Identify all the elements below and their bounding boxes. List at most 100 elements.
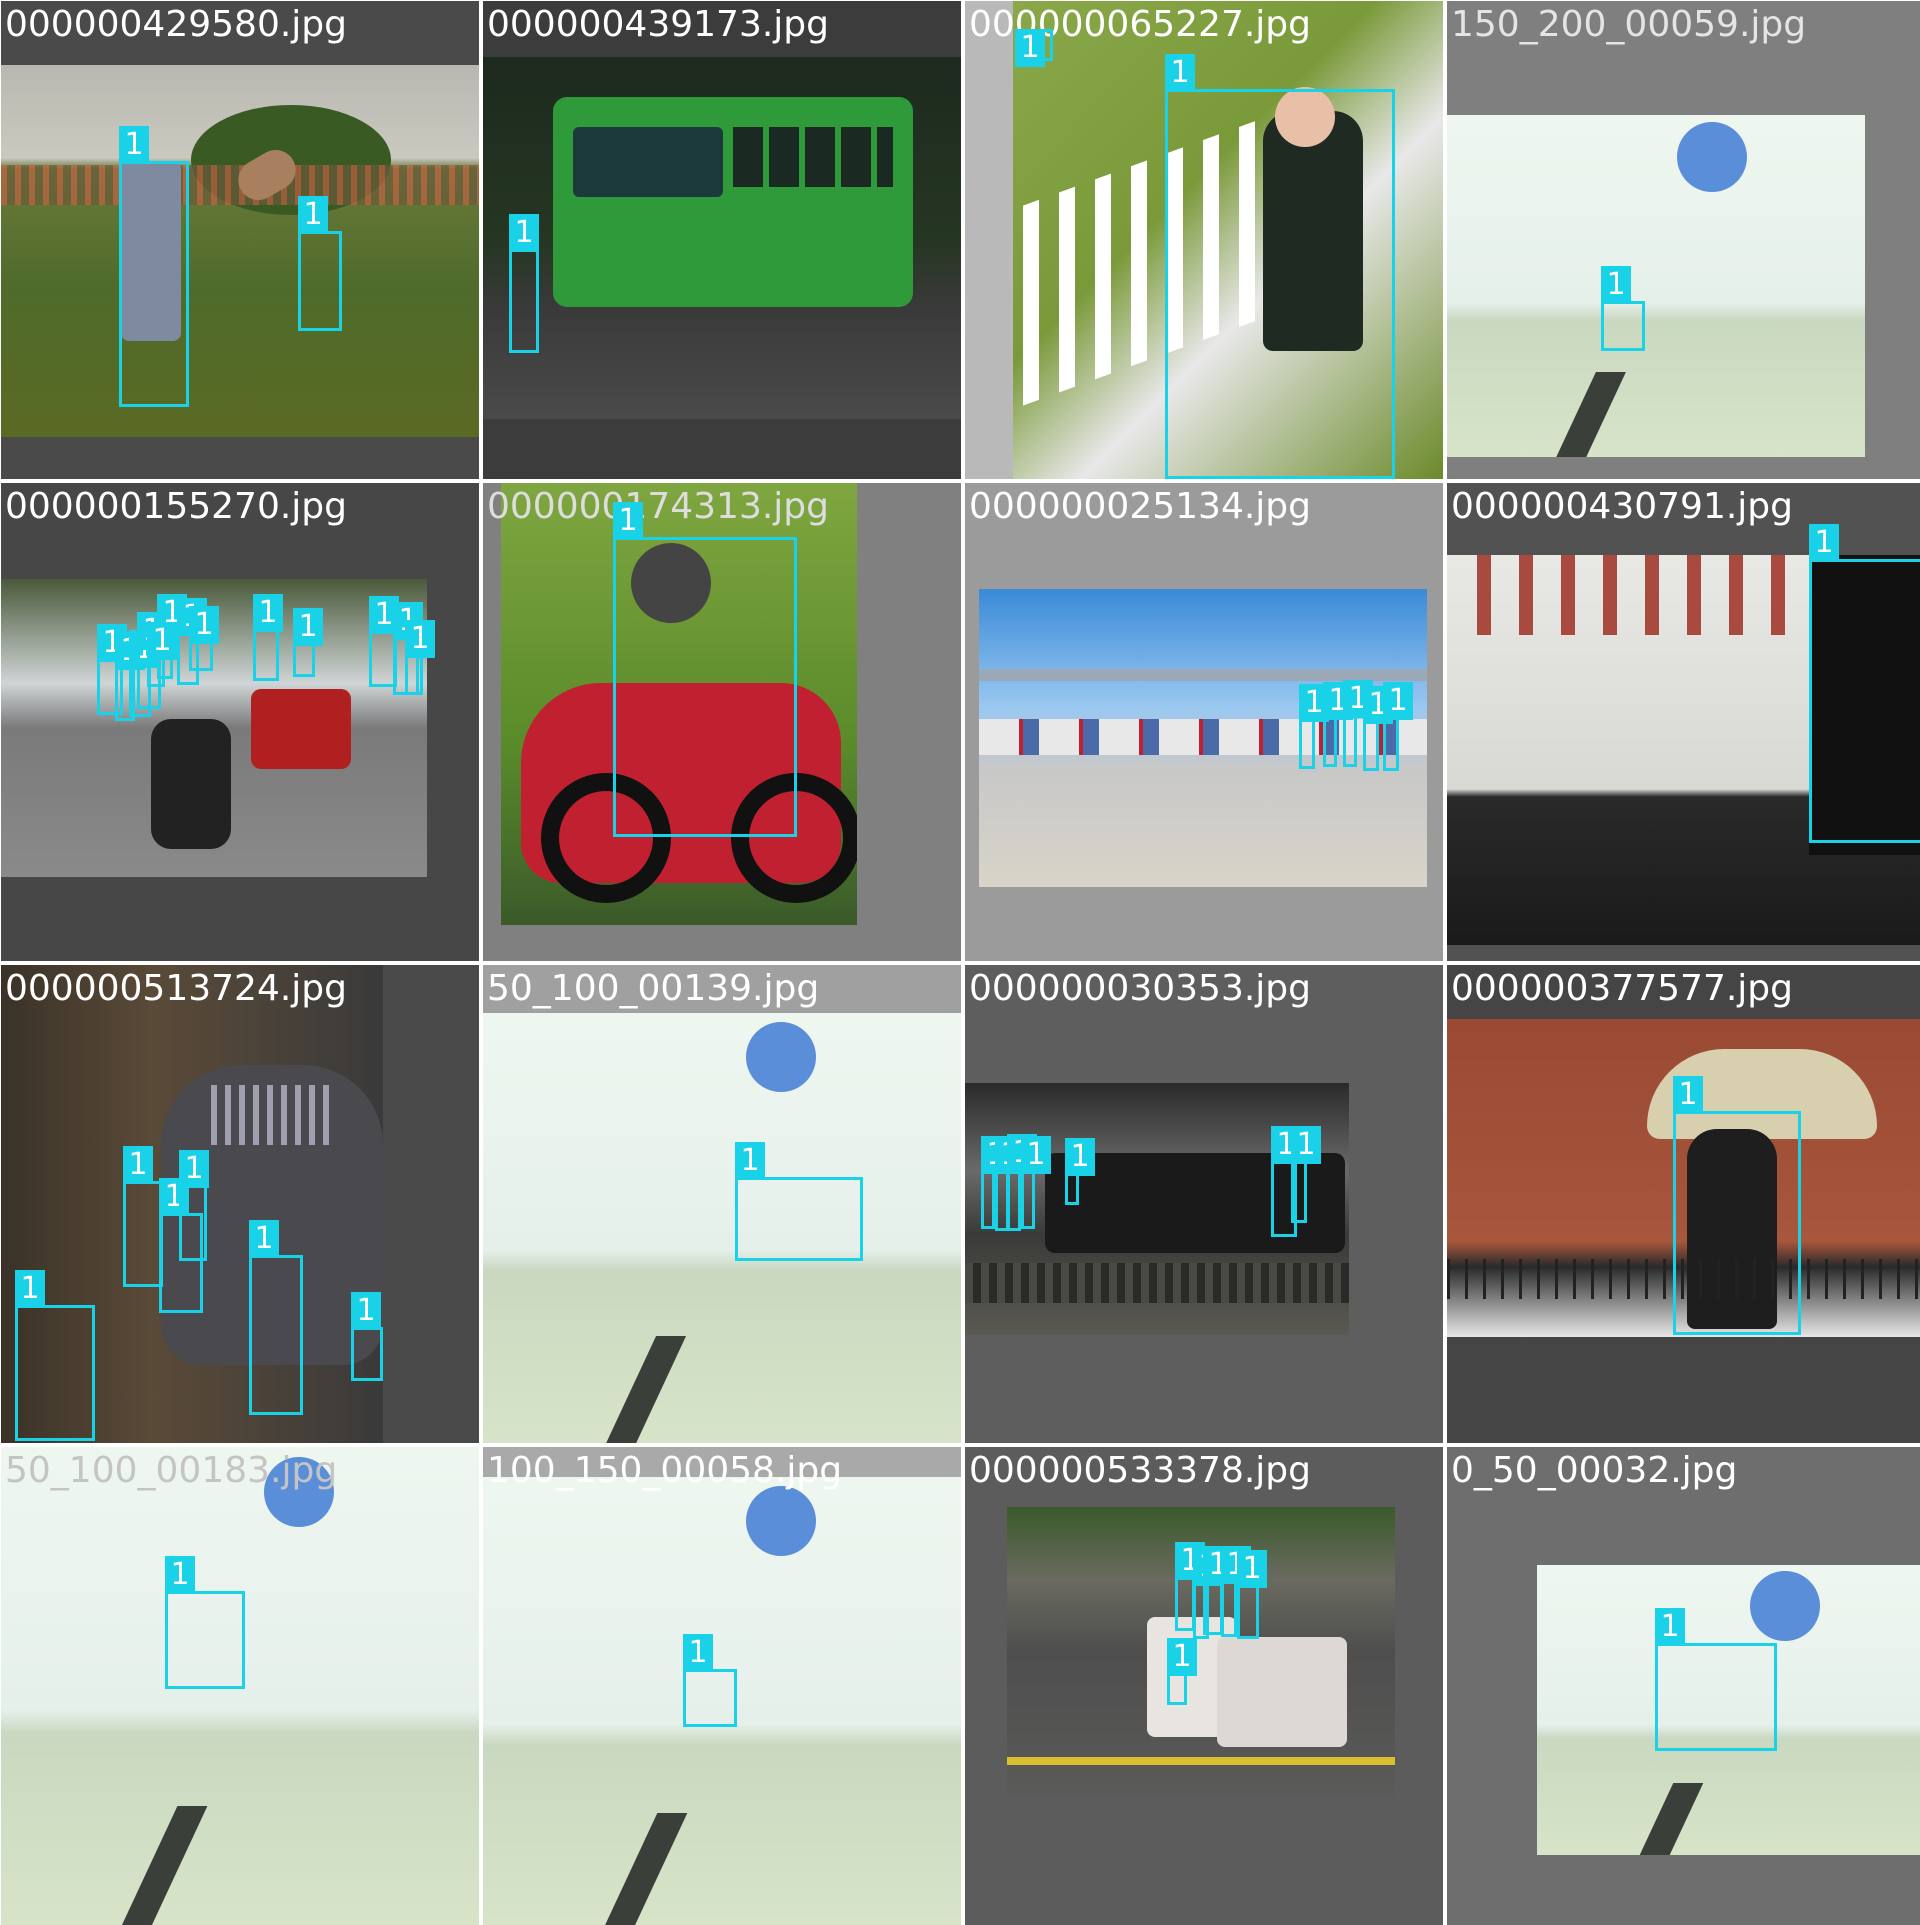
decoration-shape <box>211 1085 331 1145</box>
class-label: 1 <box>1601 266 1631 304</box>
bounding-box: 1 <box>1167 1673 1187 1705</box>
bounding-box: 1 <box>1601 301 1645 351</box>
photo <box>1 65 479 437</box>
class-label: 1 <box>189 606 219 644</box>
photo <box>483 57 961 419</box>
car-shape <box>251 689 351 769</box>
image-filename: 000000533378.jpg <box>969 1451 1311 1491</box>
tracks-shape <box>965 1263 1349 1303</box>
floor-line <box>111 1806 208 1925</box>
floor-line <box>1548 372 1626 458</box>
class-label: 1 <box>123 1146 153 1184</box>
class-label: 1 <box>1809 524 1839 562</box>
class-label: 1 <box>613 502 643 540</box>
class-label: 1 <box>147 622 177 660</box>
bounding-box: 1 <box>981 1171 995 1229</box>
bounding-box: 1 <box>189 641 213 671</box>
image-tile: 000000065227.jpg11 <box>965 1 1443 479</box>
logo-circle <box>746 1486 816 1556</box>
bounding-box: 1 <box>683 1669 737 1727</box>
motorcycle-shape <box>151 719 231 849</box>
bounding-box: 1 <box>298 231 342 331</box>
bounding-box: 1 <box>1021 1171 1035 1229</box>
bounding-box: 1 <box>119 161 189 407</box>
detection-mosaic: 000000429580.jpg11000000439173.jpg100000… <box>0 0 1920 1920</box>
class-label: 1 <box>1291 1126 1321 1164</box>
bounding-box: 1 <box>179 1185 207 1261</box>
image-filename: 000000377577.jpg <box>1451 969 1793 1009</box>
bounding-box: 1 <box>1007 1169 1021 1231</box>
bounding-box: 1 <box>1221 1581 1237 1637</box>
logo-circle <box>1750 1571 1820 1641</box>
image-tile: 000000533378.jpg111111 <box>965 1447 1443 1925</box>
bounding-box: 1 <box>1175 1577 1195 1631</box>
windshield-shape <box>573 127 723 197</box>
photo <box>1447 115 1865 457</box>
bus-shape <box>1217 1637 1347 1747</box>
bounding-box: 1 <box>1809 559 1920 843</box>
ties-shape <box>1477 555 1807 635</box>
bounding-box: 1 <box>1015 29 1053 61</box>
bounding-box: 1 <box>1203 1581 1223 1635</box>
image-filename: 000000430791.jpg <box>1451 487 1793 527</box>
class-label: 1 <box>1165 54 1195 92</box>
image-tile: 000000439173.jpg 1 <box>483 1 961 479</box>
image-filename: 000000155270.jpg <box>5 487 347 527</box>
bounding-box: 1 <box>1291 1161 1307 1223</box>
image-tile: 50_100_00139.jpg 1 <box>483 965 961 1443</box>
image-tile: 000000030353.jpg1111111 <box>965 965 1443 1443</box>
bounding-box: 1 <box>1323 717 1337 767</box>
buses-shape <box>979 719 1427 755</box>
bounding-box: 1 <box>1299 719 1315 769</box>
image-filename: 0_50_00032.jpg <box>1451 1451 1737 1491</box>
logo-circle <box>746 1022 816 1092</box>
image-tile: 000000155270.jpg1111111111111 <box>1 483 479 961</box>
logo-circle <box>264 1457 334 1527</box>
image-tile: 0_50_00032.jpg 1 <box>1447 1447 1920 1925</box>
image-filename: 000000025134.jpg <box>969 487 1311 527</box>
class-label: 1 <box>165 1556 195 1594</box>
floor-line <box>1633 1783 1704 1856</box>
class-label: 1 <box>1655 1608 1685 1646</box>
bounding-box: 1 <box>405 655 423 695</box>
windows-shape <box>733 127 893 187</box>
class-label: 1 <box>1015 29 1045 67</box>
class-label: 1 <box>1383 682 1413 720</box>
class-label: 1 <box>15 1270 45 1308</box>
bounding-box: 1 <box>351 1327 383 1381</box>
photo <box>979 589 1427 887</box>
bounding-box: 1 <box>1383 717 1399 771</box>
bounding-box: 1 <box>253 629 279 681</box>
photo <box>483 1013 961 1443</box>
class-label: 1 <box>735 1142 765 1180</box>
image-tile: 100_150_00058.jpg1 <box>483 1447 961 1925</box>
image-filename: 000000429580.jpg <box>5 5 347 45</box>
class-label: 1 <box>253 594 283 632</box>
bounding-box: 1 <box>1065 1173 1079 1205</box>
bounding-box: 1 <box>613 537 797 837</box>
image-filename: 50_100_00139.jpg <box>487 969 819 1009</box>
floor-line <box>595 1813 688 1925</box>
bounding-box: 1 <box>1343 715 1357 767</box>
class-label: 1 <box>1673 1076 1703 1114</box>
bounding-box: 1 <box>1237 1585 1259 1639</box>
image-filename: 000000439173.jpg <box>487 5 829 45</box>
road-line <box>1007 1757 1395 1765</box>
bounding-box: 1 <box>1673 1111 1801 1335</box>
class-label: 1 <box>179 1150 209 1188</box>
bounding-box: 1 <box>293 643 315 677</box>
bounding-box: 1 <box>249 1255 303 1415</box>
class-label: 1 <box>509 214 539 252</box>
logo-circle <box>1677 122 1747 192</box>
class-label: 1 <box>1167 1638 1197 1676</box>
bounding-box: 1 <box>509 249 539 353</box>
class-label: 1 <box>405 620 435 658</box>
image-tile: 000000377577.jpg 1 <box>1447 965 1920 1443</box>
image-filename: 150_200_00059.jpg <box>1451 5 1806 45</box>
class-label: 1 <box>1065 1138 1095 1176</box>
bounding-box: 1 <box>1655 1643 1777 1751</box>
class-label: 1 <box>683 1634 713 1672</box>
class-label: 1 <box>1021 1136 1051 1174</box>
class-label: 1 <box>293 608 323 646</box>
bounding-box: 1 <box>15 1305 95 1441</box>
